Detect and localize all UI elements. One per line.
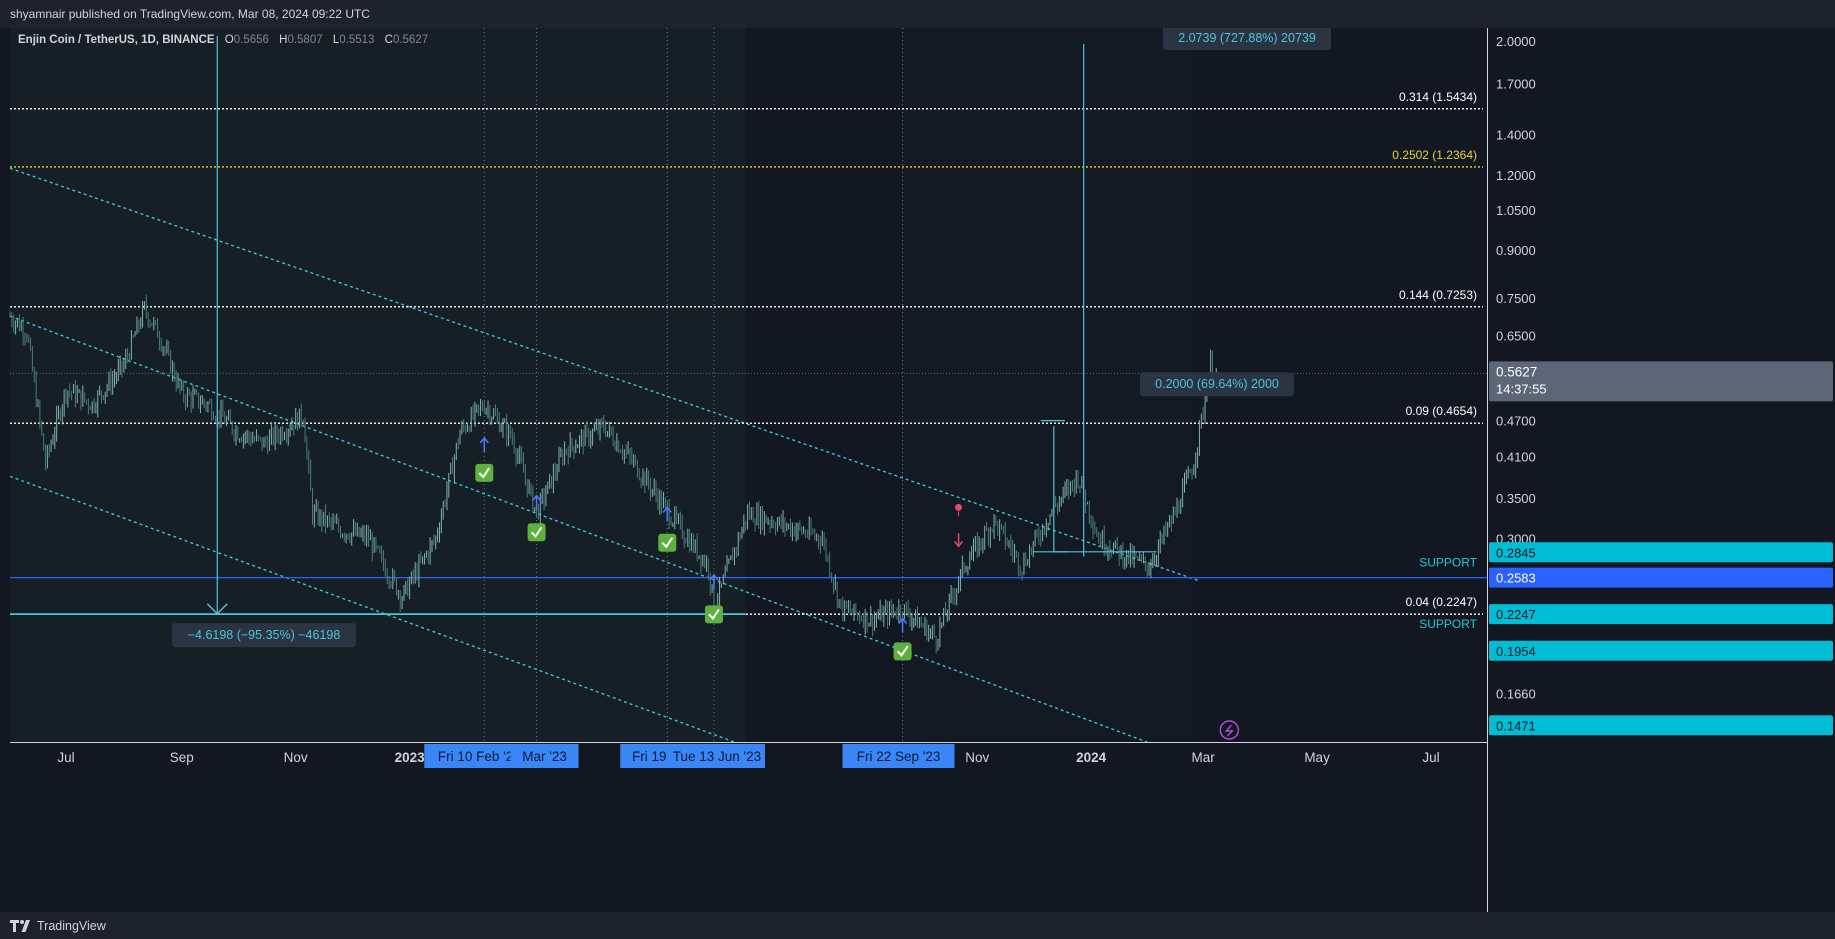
time-tick-label: Jul <box>57 750 74 765</box>
time-tick-label: Mar <box>1192 750 1216 765</box>
last-price-label: 0.5627 <box>1496 364 1537 379</box>
date-badge-label: Mar '23 <box>522 749 567 764</box>
countdown-label: 14:37:55 <box>1496 381 1547 396</box>
price-tick-label: 1.4000 <box>1496 127 1536 142</box>
price-badge-label: 0.1471 <box>1496 718 1536 733</box>
price-tick-label: 1.0500 <box>1496 203 1536 218</box>
measure-label-mid: 0.2000 (69.64%) 2000 <box>1155 377 1279 391</box>
price-tick-label: 0.4100 <box>1496 449 1536 464</box>
fib-level-label: 0.314 (1.5434) <box>1399 90 1477 104</box>
date-badge-label: Fri 19 <box>632 749 667 764</box>
check-icon <box>893 642 912 661</box>
ohlc-open-value: 0.5656 <box>233 34 269 46</box>
price-tick-label: 1.2000 <box>1496 168 1536 183</box>
time-tick-label: 2024 <box>1076 750 1107 765</box>
tradingview-logo-icon <box>10 920 30 932</box>
time-tick-label: May <box>1304 750 1330 765</box>
check-icon <box>527 523 546 542</box>
fib-level-label: 0.144 (0.7253) <box>1399 288 1477 302</box>
time-tick-label: Sep <box>170 750 194 765</box>
brand-label: TradingView <box>37 919 106 933</box>
price-badge-label: 0.2247 <box>1496 607 1536 622</box>
measure-label-up: 2.0739 (727.88%) 20739 <box>1178 31 1316 45</box>
price-tick-label: 0.9000 <box>1496 243 1536 258</box>
price-tick-label: 0.4700 <box>1496 414 1536 429</box>
ohlc-low-value: 0.5513 <box>339 34 375 46</box>
price-badge-label: 0.2583 <box>1496 571 1536 586</box>
date-badge-label: Fri 10 Feb '23 <box>438 749 521 764</box>
price-tick-label: 0.1660 <box>1496 687 1536 702</box>
check-icon <box>475 463 494 482</box>
time-tick-label: Nov <box>284 750 308 765</box>
fib-level-label: 0.09 (0.4654) <box>1406 404 1477 418</box>
time-tick-label: 2023 <box>395 750 426 765</box>
ohlc-close-value: 0.5627 <box>392 34 429 46</box>
price-badge <box>1489 542 1833 563</box>
ohlc-close-key: C <box>384 34 393 46</box>
price-chart[interactable]: 0.314 (1.5434) 0.2502 (1.2364) 0.144 (0.72… <box>0 28 1835 912</box>
price-badge <box>1489 604 1833 625</box>
date-badge-label: Tue 13 Jun '23 <box>673 749 761 764</box>
price-badge <box>1489 567 1833 588</box>
price-badge-label: 0.1954 <box>1496 644 1536 659</box>
time-tick-label: Jul <box>1422 750 1439 765</box>
publish-info: shyamnair published on TradingView.com, … <box>10 7 370 21</box>
price-tick-label: 2.0000 <box>1496 34 1536 49</box>
price-badge <box>1489 715 1833 736</box>
tradingview-brand[interactable]: TradingView <box>10 919 106 933</box>
ohlc-open-key: O <box>224 34 234 46</box>
footer-bar: TradingView <box>0 912 1835 939</box>
publish-header: shyamnair published on TradingView.com, … <box>0 0 1835 28</box>
date-badge-label: Fri 22 Sep '23 <box>857 749 941 764</box>
fib-level-label: 0.04 (0.2247) <box>1406 595 1477 609</box>
symbol-legend: Enjin Coin / TetherUS, 1D, BINANCE O0.56… <box>18 34 428 46</box>
support-label: SUPPORT <box>1419 617 1477 631</box>
price-tick-label: 0.3500 <box>1496 491 1536 506</box>
symbol-name: Enjin Coin / TetherUS, 1D, BINANCE <box>18 34 215 46</box>
sell-marker-icon <box>955 503 963 511</box>
ohlc-high-value: 0.5807 <box>287 34 323 46</box>
price-tick-label: 1.7000 <box>1496 76 1536 91</box>
check-icon <box>704 605 723 624</box>
price-tick-label: 0.6500 <box>1496 329 1536 344</box>
price-axis[interactable] <box>1487 28 1835 912</box>
measure-label-down: −4.6198 (−95.35%) −46198 <box>188 628 341 642</box>
time-tick-label: Nov <box>965 750 989 765</box>
check-icon <box>658 533 677 552</box>
support-label: SUPPORT <box>1419 555 1477 569</box>
price-badge <box>1489 640 1833 661</box>
fib-level-label: 0.2502 (1.2364) <box>1392 148 1477 162</box>
price-tick-label: 0.7500 <box>1496 291 1536 306</box>
price-badge-label: 0.2845 <box>1496 545 1536 560</box>
